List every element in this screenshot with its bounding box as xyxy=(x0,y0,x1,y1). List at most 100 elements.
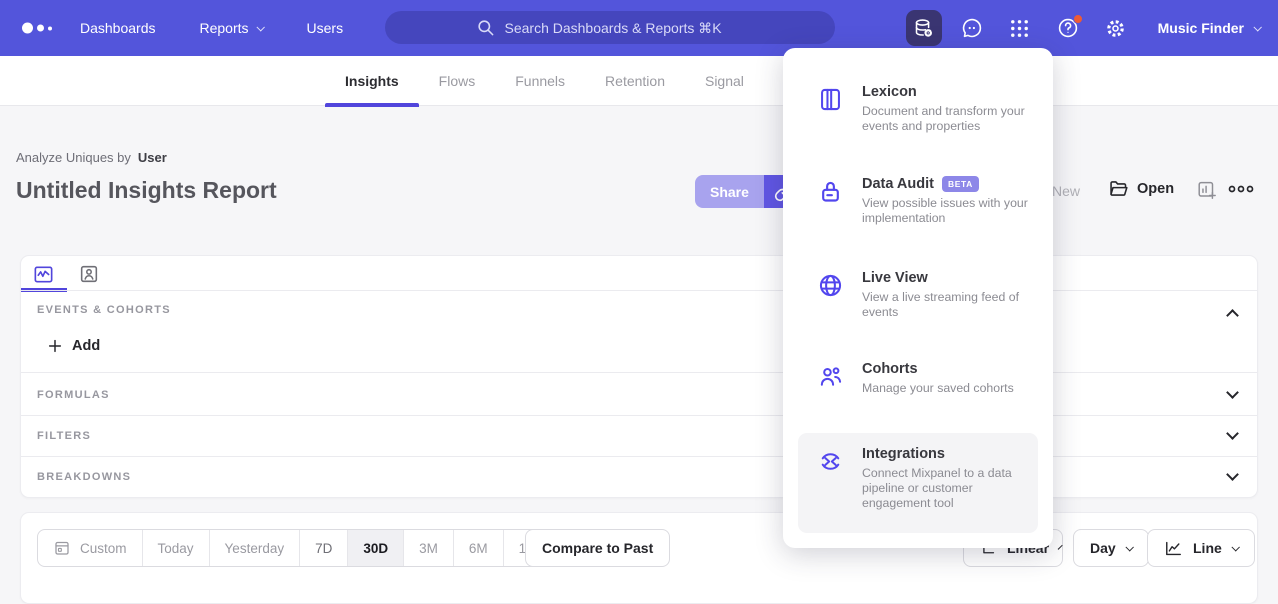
nav-label: Users xyxy=(307,20,344,36)
global-search[interactable] xyxy=(385,11,835,44)
add-event-button[interactable]: Add xyxy=(47,338,100,354)
range-7d[interactable]: 7D xyxy=(299,530,347,566)
menu-item-data-audit[interactable]: Data Audit BETA View possible issues wit… xyxy=(798,176,1038,226)
section-breakdowns[interactable]: BREAKDOWNS xyxy=(37,471,131,483)
chevron-down-icon[interactable] xyxy=(1226,386,1239,399)
range-custom[interactable]: Custom xyxy=(38,530,142,566)
data-management-button[interactable] xyxy=(906,10,942,46)
range-3m[interactable]: 3M xyxy=(403,530,453,566)
mixpanel-logo-icon[interactable] xyxy=(22,23,52,34)
tab-label: Funnels xyxy=(515,73,565,89)
lexicon-book-icon xyxy=(798,84,862,134)
section-filters[interactable]: FILTERS xyxy=(37,430,91,442)
nav-dashboards[interactable]: Dashboards xyxy=(80,20,156,36)
pulse-chart-icon xyxy=(32,263,55,286)
tab-label: Signal xyxy=(705,73,744,89)
open-report-button[interactable]: Open xyxy=(1108,178,1174,199)
notification-dot xyxy=(1073,14,1083,24)
range-label: 30D xyxy=(363,541,388,556)
settings-button[interactable] xyxy=(1098,10,1134,46)
section-events-cohorts[interactable]: EVENTS & COHORTS xyxy=(37,304,171,316)
compare-to-past-button[interactable]: Compare to Past xyxy=(525,529,670,567)
section-formulas[interactable]: FORMULAS xyxy=(37,389,110,401)
share-label: Share xyxy=(710,184,749,200)
tab-signal[interactable]: Signal xyxy=(685,56,764,106)
project-switcher[interactable]: Music Finder xyxy=(1158,20,1260,36)
database-gear-icon xyxy=(912,17,935,40)
help-button[interactable] xyxy=(1050,10,1086,46)
new-report-button[interactable]: New xyxy=(1052,183,1080,199)
menu-item-title: Lexicon xyxy=(862,84,917,100)
tab-funnels[interactable]: Funnels xyxy=(495,56,585,106)
plus-icon xyxy=(47,338,63,354)
range-label: Custom xyxy=(80,541,127,556)
chat-bubble-icon xyxy=(960,16,984,40)
apps-grid-icon xyxy=(1008,17,1031,40)
open-label: Open xyxy=(1137,181,1174,197)
active-tab-underline xyxy=(325,103,419,107)
more-dots-icon xyxy=(1228,182,1254,196)
add-label: Add xyxy=(72,338,100,354)
subtitle-prefix: Analyze Uniques by xyxy=(16,150,131,165)
integrations-sync-icon xyxy=(798,446,862,511)
cohorts-people-icon xyxy=(798,361,862,396)
calendar-icon xyxy=(53,539,71,557)
menu-item-integrations[interactable]: Integrations Connect Mixpanel to a data … xyxy=(798,446,1038,511)
chevron-down-icon xyxy=(1058,545,1063,550)
chart-plus-icon xyxy=(1196,179,1218,201)
range-30d-selected[interactable]: 30D xyxy=(347,530,403,566)
compare-label: Compare to Past xyxy=(542,540,653,556)
chevron-down-icon xyxy=(1125,543,1133,551)
chart-type-select[interactable]: Line xyxy=(1147,529,1255,567)
more-options-button[interactable] xyxy=(1228,182,1254,196)
chart-controls-panel: Custom Today Yesterday 7D 30D 3M 6M 12M … xyxy=(20,512,1258,604)
chevron-down-icon[interactable] xyxy=(1226,468,1239,481)
tab-flows[interactable]: Flows xyxy=(419,56,496,106)
range-6m[interactable]: 6M xyxy=(453,530,503,566)
globe-icon xyxy=(798,270,862,320)
page-title[interactable]: Untitled Insights Report xyxy=(16,177,277,204)
data-tools-menu: Lexicon Document and transform your even… xyxy=(783,48,1053,548)
range-today[interactable]: Today xyxy=(142,530,209,566)
tab-user-profile[interactable] xyxy=(77,262,101,286)
share-button[interactable]: Share xyxy=(695,175,764,208)
granularity-label: Day xyxy=(1090,540,1116,556)
tab-retention[interactable]: Retention xyxy=(585,56,685,106)
menu-item-live-view[interactable]: Live View View a live streaming feed of … xyxy=(798,270,1038,320)
menu-item-description: Document and transform your events and p… xyxy=(862,104,1042,134)
apps-button[interactable] xyxy=(1002,10,1038,46)
report-tabbar: Insights Flows Funnels Retention Signal … xyxy=(0,56,1278,106)
chevron-down-icon[interactable] xyxy=(1226,427,1239,440)
subtitle-entity[interactable]: User xyxy=(138,150,167,165)
menu-item-lexicon[interactable]: Lexicon Document and transform your even… xyxy=(798,84,1038,134)
range-label: 7D xyxy=(315,541,332,556)
chevron-down-icon xyxy=(256,23,264,31)
menu-item-title: Live View xyxy=(862,270,928,286)
menu-item-description: Manage your saved cohorts xyxy=(862,381,1042,396)
tab-label: Flows xyxy=(439,73,476,89)
folder-icon xyxy=(1108,178,1129,199)
chevron-up-icon[interactable] xyxy=(1226,309,1239,322)
date-range-control: Custom Today Yesterday 7D 30D 3M 6M 12M xyxy=(37,529,561,567)
range-label: Today xyxy=(158,541,194,556)
add-to-dashboard-button[interactable] xyxy=(1196,179,1218,201)
feedback-button[interactable] xyxy=(954,10,990,46)
menu-item-title: Data Audit xyxy=(862,176,934,192)
menu-item-description: View a live streaming feed of events xyxy=(862,290,1042,320)
chevron-down-icon xyxy=(1253,23,1261,31)
chevron-down-icon xyxy=(1231,543,1239,551)
gear-icon xyxy=(1104,17,1127,40)
menu-item-cohorts[interactable]: Cohorts Manage your saved cohorts xyxy=(798,361,1038,396)
nav-reports[interactable]: Reports xyxy=(200,20,263,36)
query-builder-panel: EVENTS & COHORTS Add FORMULAS FILTERS BR… xyxy=(20,255,1258,498)
range-label: 3M xyxy=(419,541,438,556)
tab-label: Retention xyxy=(605,73,665,89)
nav-users[interactable]: Users xyxy=(307,20,344,36)
search-icon xyxy=(476,18,495,37)
tab-metrics-chart[interactable] xyxy=(31,262,55,286)
range-yesterday[interactable]: Yesterday xyxy=(209,530,300,566)
search-input[interactable] xyxy=(505,20,745,36)
nav-label: Dashboards xyxy=(80,20,156,36)
granularity-select[interactable]: Day xyxy=(1073,529,1149,567)
tab-insights[interactable]: Insights xyxy=(325,56,419,106)
